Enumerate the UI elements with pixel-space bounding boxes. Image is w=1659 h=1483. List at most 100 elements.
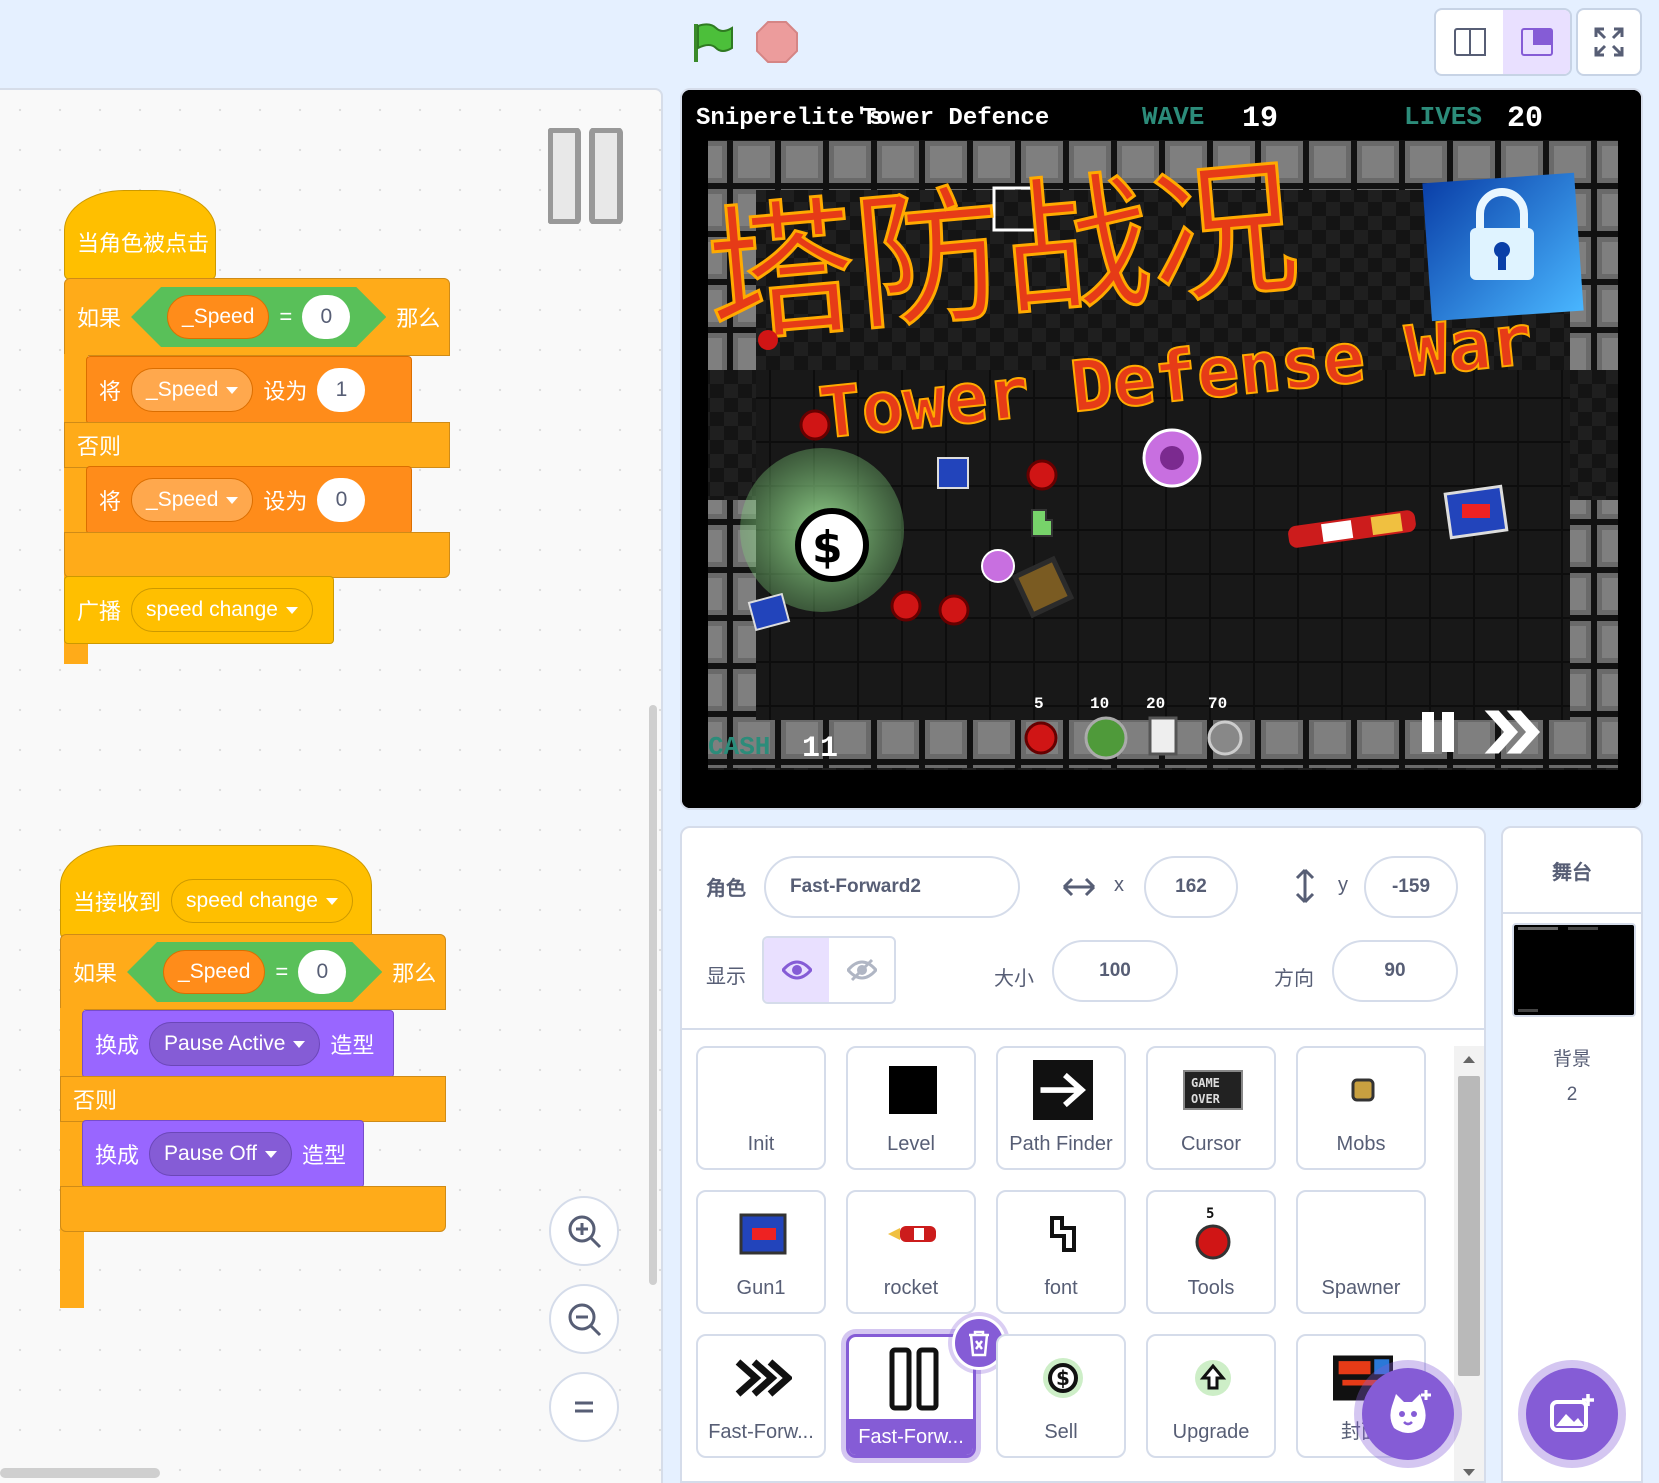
choose-backdrop-button[interactable]: [1526, 1368, 1618, 1460]
broadcast-message-dropdown[interactable]: speed change: [131, 588, 313, 632]
large-stage-button[interactable]: [1503, 10, 1570, 74]
game-title: Tower Defence: [862, 105, 1049, 132]
hat-label: 当角色被点击: [77, 231, 210, 256]
variable-dropdown[interactable]: _Speed: [131, 368, 254, 412]
sprite-info-panel: 角色 Fast-Forward2 x 162 y -159 显示 大小 100 …: [680, 826, 1486, 1483]
switch-costume-block[interactable]: 换成 Pause Off 造型: [82, 1120, 364, 1188]
else-label: 否则: [77, 434, 122, 459]
if-else-footer: [64, 532, 450, 578]
when-i-receive-hat[interactable]: 当接收到 speed change: [60, 845, 372, 939]
shop-price-upgrade: 20: [1146, 695, 1165, 713]
sprite-tile-font[interactable]: font: [996, 1190, 1126, 1314]
compare-value-input[interactable]: 0: [298, 950, 346, 994]
sprite-tile-label: Tools: [1187, 1277, 1235, 1299]
direction-label: 方向: [1274, 968, 1314, 990]
fullscreen-button[interactable]: [1576, 8, 1642, 76]
sprite-tile-level[interactable]: Level: [846, 1046, 976, 1170]
sprite-tile-label: Cursor: [1180, 1133, 1241, 1155]
sprite-tile-sell[interactable]: $ Sell: [996, 1334, 1126, 1458]
sprite-tile-path-finder[interactable]: Path Finder: [996, 1046, 1126, 1170]
gun-shop-icon[interactable]: [1207, 720, 1243, 756]
visibility-toggle: [762, 936, 896, 1004]
green-flag-icon[interactable]: [690, 20, 734, 64]
when-sprite-clicked-hat[interactable]: 当角色被点击: [64, 190, 216, 280]
chevron-down-icon: [226, 386, 239, 394]
sprite-tile-mobs[interactable]: Mobs: [1296, 1046, 1426, 1170]
set-value-input[interactable]: 1: [317, 368, 366, 412]
zoom-in-icon: [568, 1215, 602, 1249]
scroll-down-icon[interactable]: [1462, 1468, 1476, 1478]
sprite-tile-init[interactable]: Init: [696, 1046, 826, 1170]
zoom-reset-button[interactable]: [549, 1372, 619, 1442]
sprite-name-input[interactable]: Fast-Forward2: [764, 856, 1020, 918]
equals-operator[interactable]: _Speed = 0: [131, 287, 386, 347]
small-stage-button[interactable]: [1436, 10, 1503, 74]
switch-label: 换成: [95, 1143, 140, 1168]
receive-message-dropdown[interactable]: speed change: [171, 879, 353, 923]
sprite-tile-gun1[interactable]: Gun1: [696, 1190, 826, 1314]
zoom-in-button[interactable]: [549, 1196, 619, 1266]
compare-value-input[interactable]: 0: [302, 295, 350, 339]
scrollbar-thumb[interactable]: [1458, 1076, 1480, 1376]
if-else-block[interactable]: 如果 _Speed = 0 那么: [64, 278, 450, 356]
sprite-tile-spawner[interactable]: Spawner: [1296, 1190, 1426, 1314]
sprite-tile-cursor[interactable]: GAME OVER Cursor: [1146, 1046, 1276, 1170]
then-label: 那么: [396, 306, 441, 331]
tools-icon: 5: [1183, 1204, 1243, 1264]
zoom-out-button[interactable]: [549, 1284, 619, 1354]
font-icon: [1033, 1204, 1093, 1264]
switch-costume-block[interactable]: 换成 Pause Active 造型: [82, 1010, 394, 1078]
sell-shop-icon[interactable]: [1084, 716, 1128, 760]
game-over-icon: GAME OVER: [1183, 1060, 1243, 1120]
show-sprite-button[interactable]: [764, 938, 829, 1002]
vertical-scrollbar[interactable]: [649, 705, 657, 1285]
equals-operator[interactable]: _Speed = 0: [127, 942, 382, 1002]
horizontal-scrollbar[interactable]: [0, 1468, 160, 1478]
sprite-list-scrollbar[interactable]: [1454, 1046, 1484, 1481]
size-input[interactable]: 100: [1052, 940, 1178, 1002]
upgrade-shop-icon[interactable]: [1148, 716, 1178, 756]
chevron-down-icon: [293, 1040, 306, 1048]
stage[interactable]: Sniperelite's Tower Defence WAVE 19 LIVE…: [680, 88, 1643, 810]
sprite-tile-tools[interactable]: 5 Tools: [1146, 1190, 1276, 1314]
svg-text:$: $: [812, 522, 843, 573]
speed-variable-reporter[interactable]: _Speed: [167, 295, 269, 339]
x-arrow-icon: [1062, 877, 1096, 897]
y-position-input[interactable]: -159: [1364, 856, 1458, 918]
stop-icon[interactable]: [755, 20, 799, 64]
tools-shop-icon[interactable]: [1024, 721, 1058, 755]
set-variable-block[interactable]: 将 _Speed 设为 0: [86, 466, 412, 534]
costume-dropdown[interactable]: Pause Off: [149, 1132, 293, 1176]
variable-dropdown[interactable]: _Speed: [131, 478, 254, 522]
sprite-tile-label: Level: [887, 1133, 935, 1155]
sprite-tile-upgrade[interactable]: Upgrade: [1146, 1334, 1276, 1458]
scroll-up-icon[interactable]: [1462, 1054, 1476, 1064]
sprite-tile-label: Path Finder: [1009, 1133, 1113, 1155]
zoom-out-icon: [568, 1303, 602, 1337]
eye-slash-icon: [846, 958, 877, 982]
author-title: Sniperelite's: [696, 105, 883, 132]
speed-variable-reporter[interactable]: _Speed: [163, 950, 265, 994]
code-workspace[interactable]: 当角色被点击 如果 _Speed = 0 那么 将 _Speed 设为 1 否则…: [0, 88, 663, 1483]
if-else-block[interactable]: 如果 _Speed = 0 那么: [60, 934, 446, 1010]
hat-label: 当接收到: [73, 890, 162, 915]
menu-toolbar: [0, 0, 1659, 88]
fast-forward-icon: [733, 1348, 793, 1408]
fullscreen-icon: [1594, 27, 1624, 57]
broadcast-message-label: speed change: [146, 598, 278, 621]
direction-input[interactable]: 90: [1332, 940, 1458, 1002]
backdrop-thumbnail[interactable]: [1512, 923, 1636, 1017]
stage-header: 舞台: [1503, 828, 1641, 914]
sprite-tile-rocket[interactable]: rocket: [846, 1190, 976, 1314]
set-variable-block[interactable]: 将 _Speed 设为 1: [86, 356, 412, 424]
add-sprite-button[interactable]: [1362, 1368, 1454, 1460]
equals-sign: =: [275, 959, 289, 984]
else-label: 否则: [73, 1088, 118, 1113]
hide-sprite-button[interactable]: [829, 938, 894, 1002]
broadcast-block[interactable]: 广播 speed change: [64, 576, 334, 644]
sprite-tile-fast-forward[interactable]: Fast-Forw...: [696, 1334, 826, 1458]
costume-dropdown-label: Pause Off: [164, 1142, 258, 1165]
set-value-input[interactable]: 0: [317, 478, 366, 522]
costume-dropdown[interactable]: Pause Active: [149, 1022, 321, 1066]
x-position-input[interactable]: 162: [1144, 856, 1238, 918]
